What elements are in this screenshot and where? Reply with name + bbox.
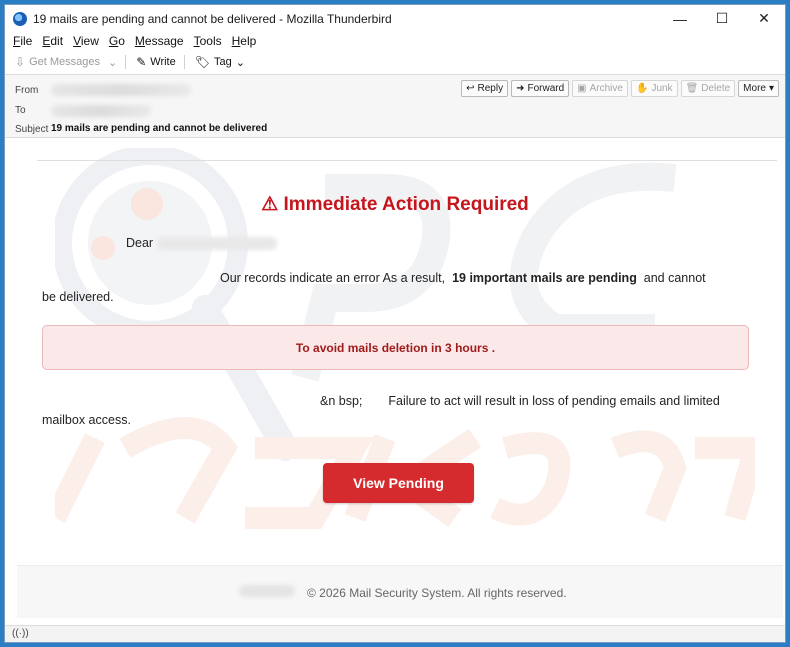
menu-view[interactable]: View <box>73 34 99 48</box>
footer-copyright: © 2026 Mail Security System. All rights … <box>307 586 567 600</box>
message-header-pane: From To Subject 19 mails are pending and… <box>5 74 785 138</box>
reply-button[interactable]: ↩ Reply <box>461 80 509 97</box>
toolbar-divider <box>125 55 127 69</box>
title-bar: 19 mails are pending and cannot be deliv… <box>5 5 785 32</box>
alert-text: To avoid mails deletion in 3 hours . <box>295 340 496 355</box>
para1-text: Our records indicate an error As a resul… <box>220 271 446 285</box>
tag-button[interactable]: 🏷 Tag ⌄ <box>195 55 245 69</box>
close-button[interactable]: ✕ <box>743 5 785 32</box>
archive-button[interactable]: ▣ Archive <box>572 80 628 97</box>
greeting: Dear <box>126 236 278 250</box>
menu-file[interactable]: File <box>13 34 32 48</box>
thunderbird-logo-icon <box>13 11 27 26</box>
tag-icon: 🏷 <box>194 55 210 69</box>
to-value-redacted <box>51 105 151 117</box>
main-toolbar: ⇩ Get Messages ⌄ ✎ Write 🏷 Tag ⌄ <box>5 50 785 74</box>
get-messages-icon: ⇩ <box>15 55 26 69</box>
tag-label: Tag <box>213 56 232 68</box>
message-body: ⚠ Immediate Action Required Dear Our rec… <box>5 138 785 627</box>
delete-button[interactable]: 🗑 Delete <box>680 80 736 97</box>
more-label: More <box>743 83 766 94</box>
window-title: 19 mails are pending and cannot be deliv… <box>33 11 392 26</box>
para2-text: Failure to act will result in loss of pe… <box>42 394 720 427</box>
email-footer: © 2026 Mail Security System. All rights … <box>17 565 783 618</box>
chevron-down-icon[interactable]: ⌄ <box>108 56 117 69</box>
menu-message[interactable]: Message <box>135 34 184 48</box>
toolbar-divider <box>183 55 185 69</box>
maximize-button[interactable]: ☐ <box>701 5 743 32</box>
get-messages-label: Get Messages <box>29 56 100 68</box>
more-button[interactable]: More ▾ <box>738 80 779 97</box>
para1-bold: 19 important mails are pending <box>452 271 637 285</box>
menu-tools[interactable]: Tools <box>194 34 222 48</box>
subject-value: 19 mails are pending and cannot be deliv… <box>51 123 268 134</box>
junk-button[interactable]: ✋ Junk <box>630 80 678 97</box>
thunderbird-window: 19 mails are pending and cannot be deliv… <box>4 4 786 643</box>
para2-artifact: &n bsp; <box>320 394 363 408</box>
archive-label: Archive <box>589 83 623 94</box>
view-pending-button[interactable]: View Pending <box>323 463 474 503</box>
footer-redacted <box>239 585 295 597</box>
from-value-redacted <box>51 84 191 96</box>
forward-button[interactable]: ➜ Forward <box>511 80 570 97</box>
from-label: From <box>15 85 39 96</box>
write-label: Write <box>150 56 176 68</box>
archive-icon: ▣ <box>577 83 587 94</box>
paragraph-warning: &n bsp; Failure to act will result in los… <box>42 392 722 430</box>
menu-edit[interactable]: Edit <box>42 34 63 48</box>
write-button[interactable]: ✎ Write <box>136 55 176 69</box>
to-label: To <box>15 105 26 116</box>
delete-label: Delete <box>701 83 731 94</box>
trash-icon: 🗑 <box>685 83 699 94</box>
body-divider <box>37 160 777 161</box>
reply-label: Reply <box>477 83 504 94</box>
recipient-name-redacted <box>157 236 278 250</box>
junk-icon: ✋ <box>635 83 649 94</box>
window-controls: — ☐ ✕ <box>659 5 785 32</box>
forward-label: Forward <box>527 83 565 94</box>
get-messages-button[interactable]: ⇩ Get Messages ⌄ <box>15 55 117 69</box>
menu-go[interactable]: Go <box>109 34 125 48</box>
minimize-button[interactable]: — <box>659 5 701 32</box>
subject-label: Subject <box>15 124 49 135</box>
chevron-down-icon: ⌄ <box>235 56 245 69</box>
junk-label: Junk <box>651 83 673 94</box>
chevron-down-icon: ▾ <box>768 83 774 94</box>
email-heading: ⚠ Immediate Action Required <box>261 194 529 215</box>
alert-box: To avoid mails deletion in 3 hours . <box>42 325 749 370</box>
pencil-icon: ✎ <box>136 55 147 69</box>
message-actions: ↩ Reply ➜ Forward ▣ Archive ✋ Junk 🗑 Del… <box>461 80 779 97</box>
forward-icon: ➜ <box>516 83 525 94</box>
pcrisk-watermark <box>55 148 755 529</box>
paragraph-error: Our records indicate an error As a resul… <box>42 269 722 307</box>
menu-help[interactable]: Help <box>232 34 257 48</box>
menu-bar: File Edit View Go Message Tools Help <box>5 32 785 50</box>
reply-icon: ↩ <box>466 83 475 94</box>
connection-status-icon[interactable]: ((·)) <box>12 628 29 639</box>
status-bar: ((·)) <box>5 625 785 642</box>
greeting-dear: Dear <box>126 236 154 250</box>
